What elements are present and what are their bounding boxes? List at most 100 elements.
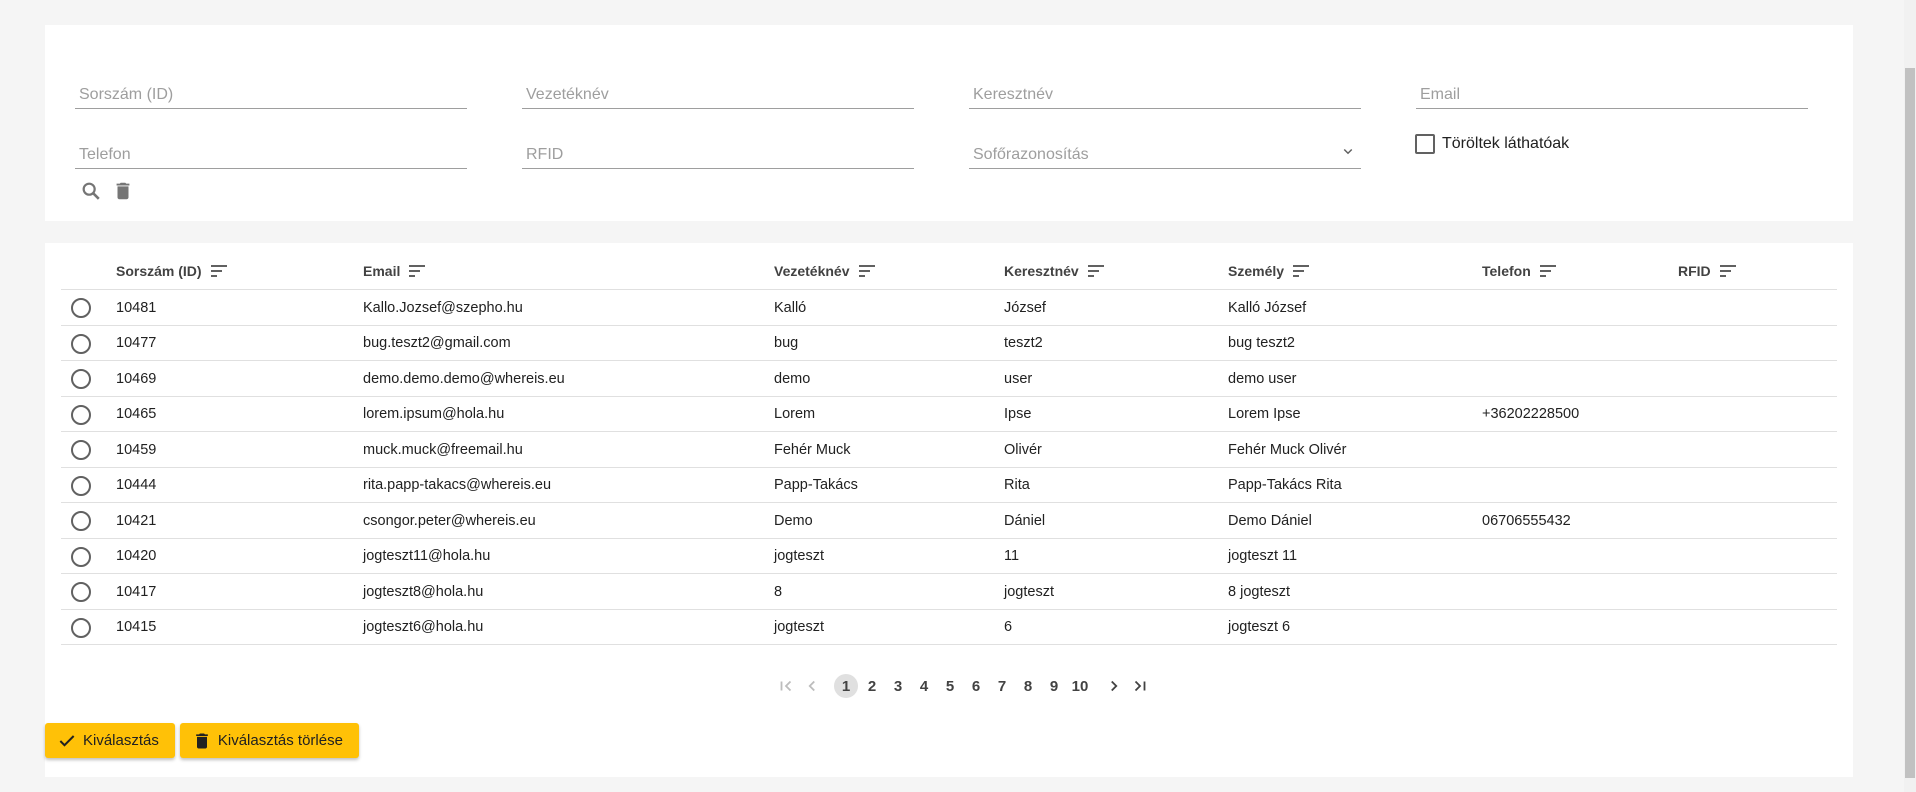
column-header-label: Sorszám (ID) [116,262,202,279]
cell-email: bug.teszt2@gmail.com [363,335,511,351]
show-deleted-toggle[interactable]: Töröltek láthatóak [1415,134,1569,154]
cell-first: 6 [1004,619,1013,635]
table-row[interactable]: 10459 muck.muck@freemail.hu Fehér Muck Oliv… [61,432,1837,468]
page-button-1[interactable]: 1 [834,674,858,698]
trash-icon [196,733,208,748]
row-select-radio[interactable] [71,511,91,531]
cell-person: jogteszt 6 [1228,619,1291,635]
rfid-filter-field[interactable] [522,134,914,169]
table-row[interactable]: 10421 csongor.peter@whereis.eu Demo Dániel D… [61,503,1837,539]
phone-filter-field[interactable] [75,134,467,169]
row-select-radio[interactable] [71,546,91,567]
rfid-filter-input[interactable] [522,134,914,168]
scrollbar-thumb[interactable] [1905,68,1915,778]
driver-id-select[interactable]: Sofőrazonosítás [969,134,1361,169]
table-row[interactable]: 10465 lorem.ipsum@hola.hu Lorem Ipse Lorem I… [61,397,1837,432]
cell-last: Kalló [774,299,807,316]
table-row[interactable]: 10415 jogteszt6@hola.hu jogteszt 6 jogteszt … [61,610,1837,645]
id-filter-input[interactable] [75,74,467,108]
cell-id: 10420 [116,548,157,564]
cell-id: 10417 [116,583,157,600]
column-header-phone[interactable]: Telefon [1482,251,1557,290]
cell-email: jogteszt6@hola.hu [363,619,484,635]
row-select-radio[interactable] [71,298,91,318]
lastname-filter-field[interactable] [522,74,914,109]
sort-icon [1087,264,1104,277]
last-page-icon [1134,680,1146,692]
column-header-last[interactable]: Vezetéknév [774,251,876,290]
cell-first: jogteszt [1004,583,1054,600]
column-header-first[interactable]: Keresztnév [1004,251,1105,290]
results-panel: Sorszám (ID) Email Vezetéknév Keresztnév Sze… [45,243,1853,777]
column-header-label: Személy [1228,262,1285,279]
page-scrollbar[interactable] [1904,0,1916,792]
table-row[interactable]: 10417 jogteszt8@hola.hu 8 jogteszt 8 jogtesz… [61,574,1837,610]
cell-first: József [1004,299,1046,316]
page-button-6[interactable]: 6 [964,674,988,698]
first-page-button[interactable] [773,673,799,699]
table-row[interactable]: 10477 bug.teszt2@gmail.com bug teszt2 bug te… [61,326,1837,361]
row-select-radio[interactable] [71,440,91,460]
show-deleted-checkbox[interactable] [1415,134,1435,154]
page-button-3[interactable]: 3 [886,674,910,698]
clear-selection-button[interactable]: Kiválasztás törlése [179,723,359,758]
chevron-left-icon [808,680,815,692]
phone-filter-input[interactable] [75,134,467,168]
cell-person: 8 jogteszt [1228,583,1291,600]
show-deleted-label: Töröltek láthatóak [1442,135,1570,152]
prev-page-button[interactable] [799,673,825,699]
row-select-radio[interactable] [71,617,91,638]
row-select-radio[interactable] [71,333,91,354]
table-header: Sorszám (ID) Email Vezetéknév Keresztnév Sze… [61,251,1837,290]
cell-first: teszt2 [1004,335,1043,351]
lastname-filter-input[interactable] [522,74,914,108]
column-header-label: Email [363,262,401,279]
column-header-id[interactable]: Sorszám (ID) [116,251,228,290]
last-page-button[interactable] [1127,673,1153,699]
pagination: 1 2 3 4 5 6 7 8 9 10 [773,673,1153,699]
row-select-radio[interactable] [71,369,91,389]
table-row[interactable]: 10420 jogteszt11@hola.hu jogteszt 11 jogtesz… [61,539,1837,574]
id-filter-field[interactable] [75,74,467,109]
cell-id: 10481 [116,299,157,316]
column-header-person[interactable]: Személy [1228,251,1310,290]
cell-email: muck.muck@freemail.hu [363,441,523,458]
column-header-email[interactable]: Email [363,251,426,290]
cell-person: Fehér Muck Olivér [1228,441,1347,458]
page-button-4[interactable]: 4 [912,674,936,698]
cell-email: jogteszt11@hola.hu [363,548,491,564]
cell-id: 10469 [116,370,157,387]
row-select-radio[interactable] [71,475,91,496]
column-header-rfid[interactable]: RFID [1678,251,1737,290]
chevron-right-icon [1111,680,1118,692]
email-filter-field[interactable] [1416,74,1808,109]
page-button-5[interactable]: 5 [938,674,962,698]
firstname-filter-field[interactable] [969,74,1361,109]
table-row[interactable]: 10444 rita.papp-takacs@whereis.eu Papp-Tak… [61,468,1837,503]
page-button-10[interactable]: 10 [1068,674,1092,698]
sort-icon [210,264,227,277]
search-button[interactable] [78,178,104,204]
sort-icon [1293,264,1310,277]
select-button[interactable]: Kiválasztás [45,723,175,758]
firstname-filter-input[interactable] [969,74,1361,108]
cell-email: csongor.peter@whereis.eu [363,512,536,529]
table-row[interactable]: 10481 Kallo.Jozsef@szepho.hu Kalló József Ka… [61,290,1837,326]
page-button-2[interactable]: 2 [860,674,884,698]
page-button-7[interactable]: 7 [990,674,1014,698]
cell-person: Kalló József [1228,299,1307,316]
next-page-button[interactable] [1101,673,1127,699]
row-select-radio[interactable] [71,404,91,425]
email-filter-input[interactable] [1416,74,1808,108]
cell-phone: 06706555432 [1482,512,1571,529]
cell-last: jogteszt [774,619,824,635]
page-button-9[interactable]: 9 [1042,674,1066,698]
trash-icon [116,182,130,200]
table-row[interactable]: 10469 demo.demo.demo@whereis.eu demo user de… [61,361,1837,397]
cell-first: Ipse [1004,406,1032,422]
cell-last: jogteszt [774,548,824,564]
page-button-8[interactable]: 8 [1016,674,1040,698]
check-icon [59,734,75,747]
row-select-radio[interactable] [71,582,91,602]
clear-filters-button[interactable] [110,178,136,204]
